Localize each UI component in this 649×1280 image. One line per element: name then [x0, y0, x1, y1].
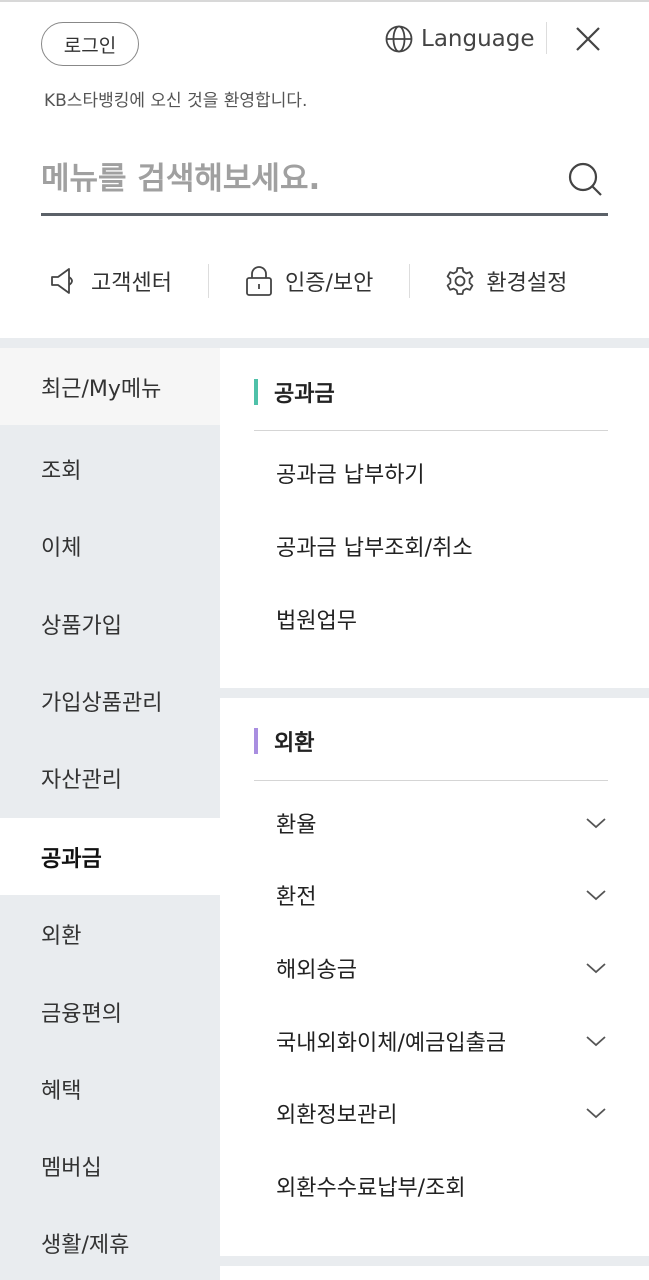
menu-item-label: 외환수수료납부/조회	[276, 1176, 466, 1201]
section-divider	[0, 338, 649, 348]
quick-link-auth-security[interactable]: 인증/보안	[243, 265, 373, 297]
section-title-utility-bills: 공과금	[254, 376, 335, 408]
sidebar-item-membership[interactable]: 멤버십	[0, 1127, 220, 1204]
chevron-down-icon	[586, 963, 606, 974]
sidebar-item-transfer[interactable]: 이체	[0, 507, 220, 584]
language-button[interactable]: Language	[384, 20, 535, 58]
quick-links: 고객센터 인증/보안 환경설정	[41, 258, 608, 304]
quick-link-customer-center[interactable]: 고객센터	[49, 265, 172, 297]
sidebar-item-label: 금융편의	[41, 1001, 122, 1027]
welcome-text: KB스타뱅킹에 오신 것을 환영합니다.	[44, 91, 308, 111]
section-title-label: 외환	[274, 731, 315, 756]
sidebar-item-label: 혜택	[41, 1078, 82, 1104]
sidebar-item-label: 상품가입	[41, 613, 122, 639]
search-bar	[41, 146, 608, 216]
sidebar-item-asset-management[interactable]: 자산관리	[0, 739, 220, 816]
quick-link-label: 고객센터	[91, 271, 172, 296]
sidebar-item-label: 자산관리	[41, 767, 122, 793]
menu-item-label: 환전	[276, 885, 317, 910]
menu-item-label: 국내외화이체/예금입출금	[276, 1031, 507, 1056]
quick-link-label: 환경설정	[486, 271, 568, 296]
menu-item-payment-inquiry-cancel[interactable]: 공과금 납부조회/취소	[276, 521, 608, 571]
globe-icon	[385, 25, 413, 53]
lock-icon	[246, 266, 272, 296]
menu-item-overseas-remittance[interactable]: 해외송금	[276, 943, 608, 993]
quick-link-settings[interactable]: 환경설정	[444, 265, 567, 297]
chevron-down-icon	[586, 1108, 606, 1119]
sidebar-item-label: 멤버십	[41, 1155, 102, 1181]
menu-item-domestic-fx-transfer[interactable]: 국내외화이체/예금입출금	[276, 1016, 608, 1066]
sidebar-item-label: 최근/My메뉴	[41, 376, 162, 402]
sidebar-item-life-partnership[interactable]: 생활/제휴	[0, 1204, 220, 1280]
quick-link-divider	[207, 264, 209, 298]
language-label: Language	[421, 26, 535, 52]
section-underline	[254, 780, 608, 781]
menu-item-exchange-rate[interactable]: 환율	[276, 798, 608, 848]
menu-item-label: 공과금 납부하기	[276, 463, 425, 488]
search-input[interactable]	[41, 154, 541, 204]
chevron-down-icon	[586, 818, 606, 829]
menu-item-pay-utility-bills[interactable]: 공과금 납부하기	[276, 448, 608, 498]
section-divider	[220, 688, 649, 698]
menu-item-currency-exchange[interactable]: 환전	[276, 870, 608, 920]
quick-link-label: 인증/보안	[284, 271, 374, 296]
menu-item-label: 환율	[276, 813, 317, 838]
header-divider	[546, 22, 547, 54]
sidebar-item-label: 조회	[41, 458, 82, 484]
sidebar-item-label: 생활/제휴	[41, 1232, 130, 1258]
menu-item-label: 공과금 납부조회/취소	[276, 536, 473, 561]
sidebar-item-product-management[interactable]: 가입상품관리	[0, 662, 220, 739]
chevron-down-icon	[586, 1036, 606, 1047]
category-sidebar: 최근/My메뉴 조회 이체 상품가입 가입상품관리 자산관리 공과금 외환 금융…	[0, 348, 220, 1280]
close-button[interactable]	[569, 20, 607, 58]
section-divider	[220, 1256, 649, 1266]
sidebar-item-financial-convenience[interactable]: 금융편의	[0, 973, 220, 1050]
login-button[interactable]: 로그인	[41, 22, 139, 66]
sidebar-item-benefits[interactable]: 혜택	[0, 1050, 220, 1127]
sidebar-item-label: 공과금	[41, 846, 102, 872]
chevron-down-icon	[586, 890, 606, 901]
menu-item-label: 법원업무	[276, 609, 357, 634]
section-accent-bar	[254, 728, 258, 754]
section-accent-bar	[254, 379, 258, 405]
section-title-foreign-exchange: 외환	[254, 725, 314, 757]
sidebar-item-label: 외환	[41, 923, 82, 949]
section-title-label: 공과금	[274, 382, 335, 407]
sidebar-item-foreign-exchange[interactable]: 외환	[0, 895, 220, 972]
menu-item-court-services[interactable]: 법원업무	[276, 594, 608, 644]
menu-item-fx-info-management[interactable]: 외환정보관리	[276, 1088, 608, 1138]
sidebar-item-utility-bills[interactable]: 공과금	[0, 818, 220, 895]
menu-content: 공과금 공과금 납부하기 공과금 납부조회/취소 법원업무 외환 환율 환전 해…	[220, 348, 649, 1280]
sidebar-item-label: 이체	[41, 535, 82, 561]
sidebar-item-label: 가입상품관리	[41, 690, 163, 716]
menu-item-label: 해외송금	[276, 958, 357, 983]
sidebar-item-inquiry[interactable]: 조회	[0, 430, 220, 507]
sidebar-item-recent-my-menu[interactable]: 최근/My메뉴	[0, 348, 220, 425]
top-divider	[0, 0, 649, 2]
sidebar-item-product-signup[interactable]: 상품가입	[0, 585, 220, 662]
close-icon	[576, 27, 600, 51]
megaphone-icon	[51, 268, 73, 294]
menu-item-label: 외환정보관리	[276, 1103, 398, 1128]
quick-link-divider	[409, 264, 411, 298]
gear-icon	[447, 267, 474, 295]
menu-item-fx-fee-payment[interactable]: 외환수수료납부/조회	[276, 1161, 608, 1211]
search-icon[interactable]	[566, 160, 604, 198]
section-underline	[254, 430, 608, 431]
